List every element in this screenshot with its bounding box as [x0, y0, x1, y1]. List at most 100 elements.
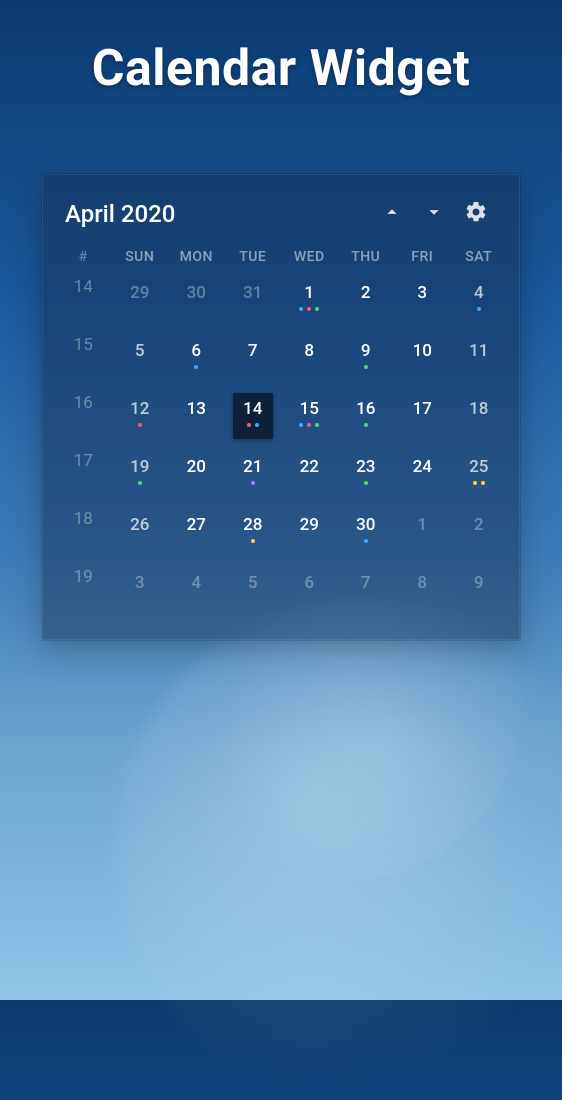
calendar-day-cell[interactable]: 18	[451, 393, 508, 451]
calendar-day-cell[interactable]: 23	[338, 451, 395, 509]
week-number-header: #	[55, 249, 112, 277]
event-dot-icon	[364, 423, 368, 427]
event-dots	[477, 307, 481, 313]
calendar-day-cell[interactable]: 30	[168, 277, 225, 335]
calendar-day-cell[interactable]: 4	[168, 567, 225, 625]
weekday-header: MON	[168, 249, 225, 277]
event-dots	[473, 481, 485, 487]
weekday-header: TUE	[225, 249, 282, 277]
day-number: 24	[413, 457, 432, 477]
calendar-day-cell[interactable]: 8	[394, 567, 451, 625]
event-dot-icon	[247, 423, 251, 427]
day-number: 2	[474, 515, 484, 535]
event-dots	[251, 539, 255, 545]
calendar-day-cell[interactable]: 26	[112, 509, 169, 567]
calendar-day-cell[interactable]: 3	[394, 277, 451, 335]
calendar-day-cell[interactable]: 15	[281, 393, 338, 451]
day-number: 26	[130, 515, 149, 535]
event-dot-icon	[477, 307, 481, 311]
calendar-day-cell[interactable]: 9	[451, 567, 508, 625]
event-dots	[364, 423, 368, 429]
calendar-day-cell[interactable]: 25	[451, 451, 508, 509]
event-dot-icon	[138, 481, 142, 485]
day-number: 5	[248, 573, 258, 593]
calendar-day-cell[interactable]: 20	[168, 451, 225, 509]
day-number: 6	[191, 341, 201, 361]
event-dot-icon	[473, 481, 477, 485]
calendar-week-row: 15567891011	[55, 335, 507, 393]
calendar-day-cell[interactable]: 22	[281, 451, 338, 509]
day-number: 9	[474, 573, 484, 593]
calendar-day-cell[interactable]: 16	[338, 393, 395, 451]
widget-header: April 2020	[55, 193, 507, 249]
calendar-day-cell[interactable]: 12	[112, 393, 169, 451]
calendar-day-cell[interactable]: 28	[225, 509, 282, 567]
calendar-day-cell[interactable]: 7	[338, 567, 395, 625]
calendar-week-row: 14293031 1 2 3 4	[55, 277, 507, 335]
calendar-widget: April 2020 # SUN MON TUE WED THU	[42, 174, 520, 640]
calendar-day-cell[interactable]: 5	[112, 335, 169, 393]
day-number: 22	[300, 457, 319, 477]
event-dot-icon	[481, 481, 485, 485]
calendar-day-cell[interactable]: 31	[225, 277, 282, 335]
calendar-day-cell[interactable]: 7	[225, 335, 282, 393]
calendar-day-cell[interactable]: 10	[394, 335, 451, 393]
day-number: 1	[417, 515, 427, 535]
calendar-day-cell[interactable]: 2	[338, 277, 395, 335]
calendar-day-cell[interactable]: 17	[394, 393, 451, 451]
prev-month-button[interactable]	[371, 193, 413, 235]
calendar-day-cell[interactable]: 24	[394, 451, 451, 509]
calendar-day-cell[interactable]: 3	[112, 567, 169, 625]
day-number: 29	[300, 515, 319, 535]
event-dots	[194, 365, 198, 371]
weekday-header: SAT	[451, 249, 508, 277]
calendar-day-cell[interactable]: 2	[451, 509, 508, 567]
settings-button[interactable]	[455, 193, 497, 235]
event-dot-icon	[307, 307, 311, 311]
day-number: 20	[187, 457, 206, 477]
calendar-day-cell[interactable]: 14	[225, 393, 282, 451]
calendar-day-cell[interactable]: 1	[394, 509, 451, 567]
calendar-day-cell[interactable]: 5	[225, 567, 282, 625]
calendar-day-cell[interactable]: 8	[281, 335, 338, 393]
day-number: 28	[243, 515, 262, 535]
day-number: 1	[304, 283, 314, 303]
week-number-cell: 14	[55, 277, 112, 335]
day-number: 3	[417, 283, 427, 303]
chevron-up-icon	[381, 201, 403, 227]
calendar-day-cell[interactable]: 6	[281, 567, 338, 625]
day-number: 13	[187, 399, 206, 419]
day-number: 14	[243, 399, 262, 419]
page-title: Calendar Widget	[0, 0, 562, 98]
event-dot-icon	[255, 423, 259, 427]
calendar-day-cell[interactable]: 29	[281, 509, 338, 567]
calendar-day-cell[interactable]: 4	[451, 277, 508, 335]
event-dot-icon	[364, 481, 368, 485]
calendar-day-cell[interactable]: 21	[225, 451, 282, 509]
day-number: 25	[469, 457, 488, 477]
calendar-day-cell[interactable]: 29	[112, 277, 169, 335]
day-number: 16	[356, 399, 375, 419]
day-number: 4	[191, 573, 201, 593]
calendar-day-cell[interactable]: 27	[168, 509, 225, 567]
day-number: 18	[469, 399, 488, 419]
day-number: 10	[413, 341, 432, 361]
next-month-button[interactable]	[413, 193, 455, 235]
day-number: 7	[361, 573, 371, 593]
calendar-day-cell[interactable]: 13	[168, 393, 225, 451]
calendar-day-cell[interactable]: 19	[112, 451, 169, 509]
event-dots	[364, 481, 368, 487]
chevron-down-icon	[423, 201, 445, 227]
calendar-week-row: 18262728293012	[55, 509, 507, 567]
event-dot-icon	[194, 365, 198, 369]
day-number: 11	[469, 341, 488, 361]
day-number: 6	[304, 573, 314, 593]
calendar-day-cell[interactable]: 1	[281, 277, 338, 335]
calendar-day-cell[interactable]: 11	[451, 335, 508, 393]
calendar-day-cell[interactable]: 30	[338, 509, 395, 567]
event-dot-icon	[251, 481, 255, 485]
month-year-label[interactable]: April 2020	[65, 200, 371, 228]
calendar-day-cell[interactable]: 9	[338, 335, 395, 393]
day-number: 23	[356, 457, 375, 477]
calendar-day-cell[interactable]: 6	[168, 335, 225, 393]
